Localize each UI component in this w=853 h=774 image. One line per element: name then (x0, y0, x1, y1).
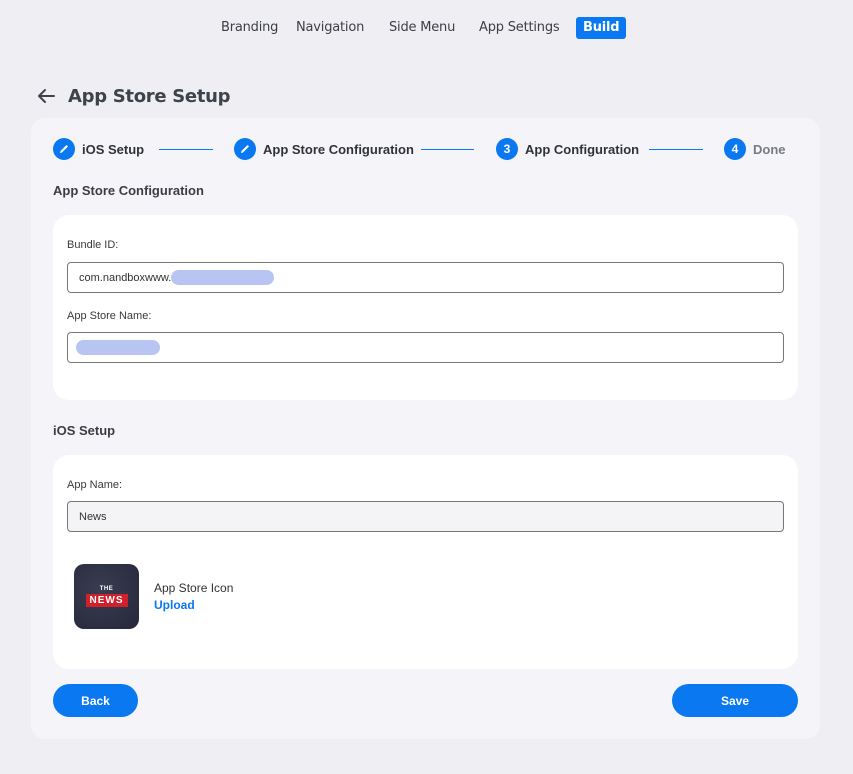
step-done[interactable]: 4 Done (724, 138, 786, 160)
stepper: iOS Setup App Store Configuration 3 App … (53, 138, 793, 160)
step-number: 4 (724, 138, 746, 160)
step-connector (649, 149, 703, 150)
step-label: iOS Setup (82, 141, 145, 157)
page-title: App Store Setup (68, 85, 231, 107)
app-store-name-label: App Store Name: (67, 310, 152, 322)
app-store-icon-row: THE NEWS App Store Icon Upload (74, 564, 233, 629)
ios-setup-card: App Name: News THE NEWS App Store Icon U… (53, 455, 798, 669)
redacted-text (171, 270, 275, 285)
save-button[interactable]: Save (672, 684, 798, 717)
tab-side-menu[interactable]: Side Menu (389, 17, 455, 39)
page-header: App Store Setup (36, 84, 231, 108)
bundle-id-value: com.nandboxwww. (79, 271, 172, 284)
tab-build[interactable]: Build (576, 17, 627, 39)
step-app-configuration[interactable]: 3 App Configuration (496, 138, 639, 160)
app-icon-the-text: THE (99, 586, 114, 592)
step-ios-setup[interactable]: iOS Setup (53, 138, 144, 160)
section-title-app-store-configuration: App Store Configuration (53, 183, 204, 198)
app-icon-news-text: NEWS (85, 594, 128, 607)
pencil-icon (53, 138, 75, 160)
bundle-id-input[interactable]: com.nandboxwww. (67, 262, 784, 293)
step-connector (159, 149, 213, 150)
top-nav: Branding Navigation Side Menu App Settin… (0, 17, 853, 39)
tab-navigation[interactable]: Navigation (296, 17, 364, 39)
step-label: Done (753, 141, 786, 157)
app-store-name-input[interactable] (67, 332, 784, 363)
tab-app-settings[interactable]: App Settings (479, 17, 560, 39)
section-title-ios-setup: iOS Setup (53, 423, 116, 438)
app-icon-image: THE NEWS (74, 564, 139, 629)
upload-link[interactable]: Upload (154, 598, 233, 612)
app-name-input[interactable]: News (67, 501, 784, 532)
back-button[interactable]: Back (53, 684, 138, 717)
pencil-icon (234, 138, 256, 160)
redacted-text (76, 340, 160, 355)
step-app-store-configuration[interactable]: App Store Configuration (234, 138, 414, 160)
step-label: App Configuration (525, 141, 640, 157)
arrow-left-icon[interactable] (36, 86, 56, 106)
step-label: App Store Configuration (263, 141, 414, 157)
step-number: 3 (496, 138, 518, 160)
app-store-config-card: Bundle ID: com.nandboxwww. App Store Nam… (53, 215, 798, 400)
bundle-id-label: Bundle ID: (67, 239, 119, 251)
app-name-label: App Name: (67, 479, 123, 491)
tab-branding[interactable]: Branding (221, 17, 278, 39)
icon-meta: App Store Icon Upload (154, 581, 233, 612)
app-name-value: News (79, 510, 107, 523)
step-connector (421, 149, 474, 150)
app-store-icon-title: App Store Icon (154, 581, 234, 595)
